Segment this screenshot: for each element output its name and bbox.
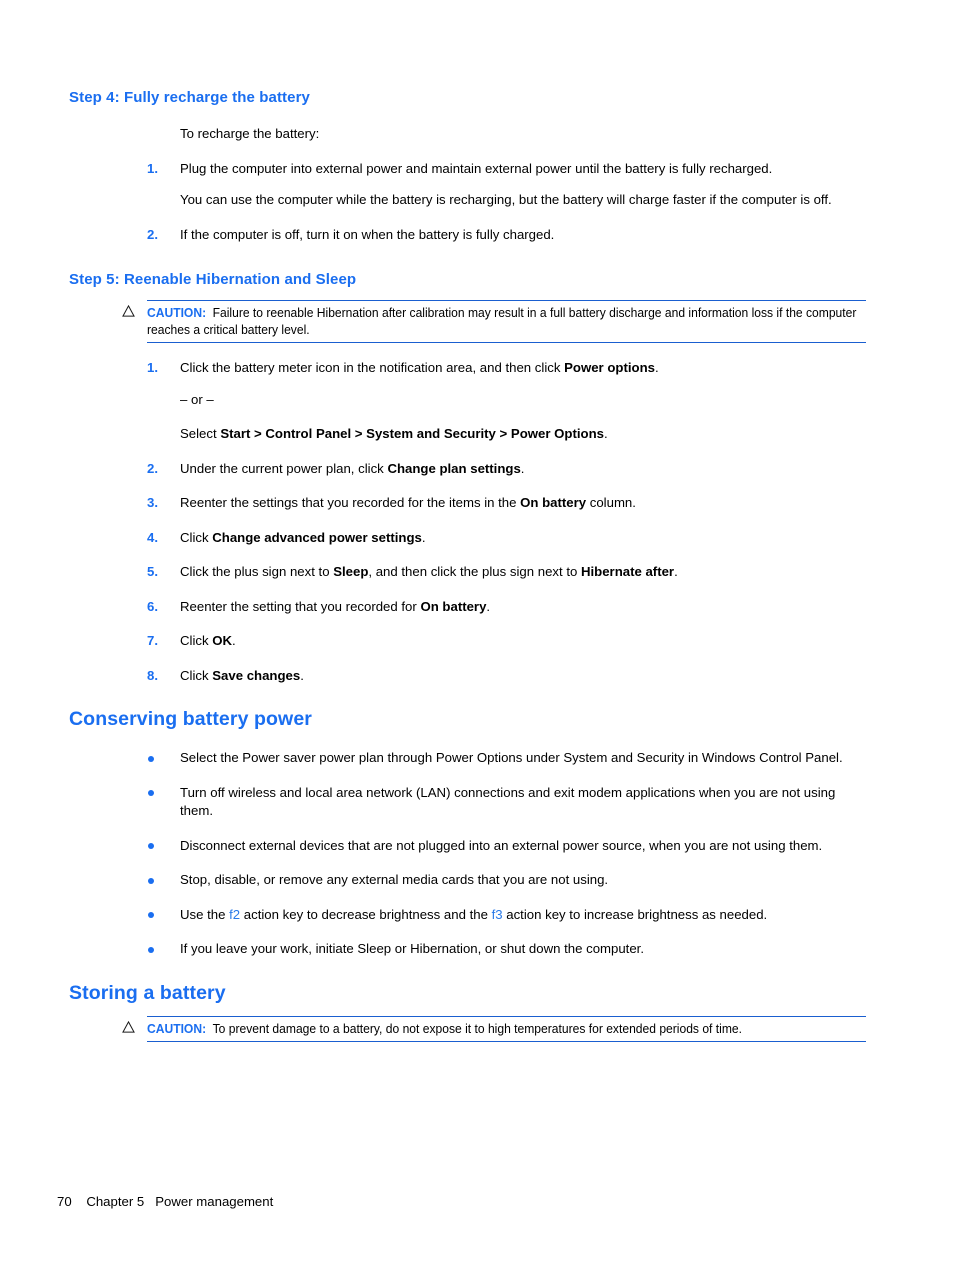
step4-intro: To recharge the battery: xyxy=(180,126,320,141)
list-item-text: Disconnect external devices that are not… xyxy=(180,837,823,853)
list-marker: 4. xyxy=(147,529,158,545)
list-item: 6. Reenter the setting that you recorded… xyxy=(69,598,869,617)
list-item-text: Click OK. xyxy=(180,633,236,648)
caution-block-storing: CAUTION: To prevent damage to a battery, … xyxy=(122,1015,866,1042)
list-item-text: Reenter the setting that you recorded fo… xyxy=(180,598,491,614)
list-item-text: If the computer is off, turn it on when … xyxy=(180,226,555,242)
list-item: 3. Reenter the settings that you recorde… xyxy=(69,494,869,513)
list-item: 2. If the computer is off, turn it on wh… xyxy=(69,226,869,245)
list-item: 5. Click the plus sign next to Sleep, an… xyxy=(69,563,869,582)
bullet-icon xyxy=(148,946,154,953)
list-item: If you leave your work, initiate Sleep o… xyxy=(69,940,869,959)
heading-storing-a-battery: Storing a battery xyxy=(69,981,226,1004)
list-item-text: Select the Power saver power plan throug… xyxy=(180,750,843,765)
footer-page-number: 70 xyxy=(57,1194,72,1209)
list-item-text: Turn off wireless and local area network… xyxy=(180,784,836,819)
list-item: Disconnect external devices that are not… xyxy=(69,837,869,856)
caution-label: CAUTION: xyxy=(147,1020,207,1036)
ui-term: Hibernate after xyxy=(580,564,675,579)
caution-body: Failure to reenable Hibernation after ca… xyxy=(147,305,857,337)
footer-chapter: Chapter 5 xyxy=(86,1194,145,1209)
document-page: Step 4: Fully recharge the battery To re… xyxy=(0,0,954,1270)
heading-step-5: Step 5: Reenable Hibernation and Sleep xyxy=(69,271,357,288)
ui-menu-path: Start > Control Panel > System and Secur… xyxy=(220,426,604,441)
caution-text-wrap: CAUTION: To prevent damage to a battery, … xyxy=(147,1020,866,1037)
list-marker: 1. xyxy=(147,360,158,375)
list-item: Select the Power saver power plan throug… xyxy=(69,749,869,768)
caution-block-step5: CAUTION: Failure to reenable Hibernation … xyxy=(122,300,866,343)
list-item-text: Reenter the settings that you recorded f… xyxy=(180,495,636,510)
list-marker: 6. xyxy=(147,598,158,614)
list-marker: 3. xyxy=(147,495,158,510)
ui-term: Sleep xyxy=(333,564,369,579)
bullet-icon xyxy=(148,912,154,918)
heading-conserving-battery-power: Conserving battery power xyxy=(69,708,312,730)
list-item-text: Click Change advanced power settings. xyxy=(180,529,426,545)
list-item-text: Use the f2 action key to decrease bright… xyxy=(180,906,768,922)
list-item-text: Click the battery meter icon in the noti… xyxy=(180,360,659,375)
warning-triangle-icon xyxy=(122,1020,135,1033)
list-marker: 7. xyxy=(147,633,158,648)
page-footer: 70 Chapter 5 Power management xyxy=(57,1193,273,1211)
bullet-icon xyxy=(148,843,154,849)
list-item: Turn off wireless and local area network… xyxy=(69,784,869,821)
bullet-icon xyxy=(148,790,154,796)
list-marker: 2. xyxy=(147,226,158,242)
alt-path-instruction: Select Start > Control Panel > System an… xyxy=(180,426,608,441)
ui-term: Power options xyxy=(564,360,655,375)
list-item: 7. Click OK. xyxy=(69,632,869,651)
ui-term: Save changes xyxy=(212,667,301,683)
list-item-text: Click the plus sign next to Sleep, and t… xyxy=(180,564,678,579)
list-marker: 1. xyxy=(147,160,158,176)
ui-term: Change advanced power settings xyxy=(212,529,422,545)
list-marker: 8. xyxy=(147,667,158,683)
heading-step-4: Step 4: Fully recharge the battery xyxy=(69,89,310,106)
bullet-icon xyxy=(148,877,154,884)
list-item-text: Stop, disable, or remove any external me… xyxy=(180,872,609,887)
ui-term: Change plan settings xyxy=(387,460,521,476)
list-marker: 5. xyxy=(147,564,158,579)
caution-body: To prevent damage to a battery, do not e… xyxy=(212,1020,742,1036)
caution-label: CAUTION: xyxy=(147,305,207,320)
list-item: 4. Click Change advanced power settings. xyxy=(69,529,869,548)
or-separator: – or – xyxy=(180,391,214,407)
list-item: 1. Click the battery meter icon in the n… xyxy=(69,359,869,378)
list-item-text: If you leave your work, initiate Sleep o… xyxy=(180,941,645,956)
xref-f2-action-key[interactable]: f2 xyxy=(229,907,240,922)
step4-note: You can use the computer while the batte… xyxy=(180,192,832,207)
bullet-icon xyxy=(148,755,154,762)
ui-term: On battery xyxy=(520,495,587,510)
xref-f3-action-key[interactable]: f3 xyxy=(492,907,503,922)
list-item: Use the f2 action key to decrease bright… xyxy=(69,906,869,925)
warning-triangle-icon xyxy=(122,305,135,317)
list-item: Stop, disable, or remove any external me… xyxy=(69,871,869,890)
ui-term: On battery xyxy=(420,598,487,614)
list-item: 1. Plug the computer into external power… xyxy=(69,160,869,179)
page-content: Step 4: Fully recharge the battery To re… xyxy=(69,88,869,1042)
footer-chapter-title: Power management xyxy=(155,1194,274,1209)
caution-text-wrap: CAUTION: Failure to reenable Hibernation … xyxy=(147,304,866,338)
list-item-text: Under the current power plan, click Chan… xyxy=(180,460,525,476)
list-item: 2. Under the current power plan, click C… xyxy=(69,460,869,479)
list-marker: 2. xyxy=(147,460,158,476)
list-item-text: Click Save changes. xyxy=(180,667,304,683)
ui-term: OK xyxy=(212,633,233,648)
list-item: 8. Click Save changes. xyxy=(69,667,869,686)
list-item-text: Plug the computer into external power an… xyxy=(180,160,773,176)
